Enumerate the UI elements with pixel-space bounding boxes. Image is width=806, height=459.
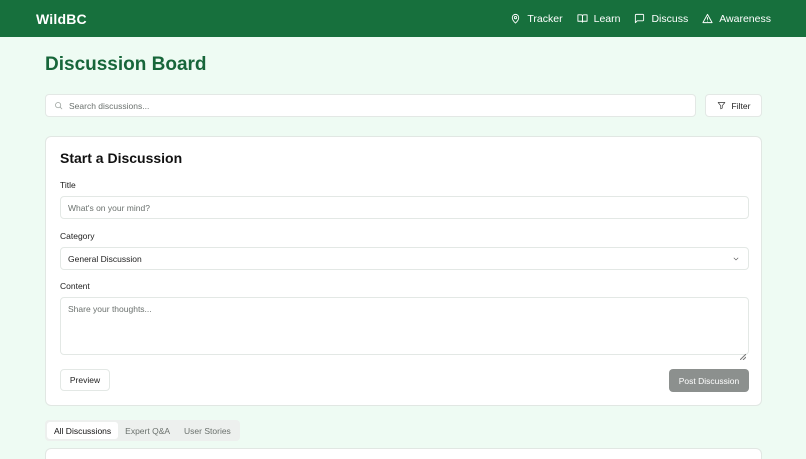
nav-awareness[interactable]: Awareness	[702, 13, 771, 25]
main-nav: Tracker Learn Discuss Awareness	[510, 13, 771, 25]
discussion-tabs: All Discussions Expert Q&A User Stories	[45, 420, 240, 441]
search-input[interactable]	[69, 100, 669, 111]
tab-all-discussions[interactable]: All Discussions	[47, 422, 119, 439]
message-square-icon	[635, 13, 645, 24]
start-discussion-card: Start a Discussion Title Category Genera…	[45, 136, 762, 406]
content-label: Content	[60, 281, 90, 291]
nav-tracker[interactable]: Tracker	[510, 12, 563, 25]
nav-tracker-label: Tracker	[527, 12, 563, 25]
nav-discuss[interactable]: Discuss	[634, 13, 688, 25]
category-value: General Discussion	[68, 253, 142, 264]
filter-label: Filter	[731, 100, 751, 111]
card-heading: Start a Discussion	[60, 150, 183, 166]
chevron-down-icon	[733, 257, 739, 260]
title-input[interactable]	[68, 202, 748, 213]
nav-learn[interactable]: Learn	[577, 12, 621, 25]
discussion-list-card	[45, 448, 762, 459]
page-title: Discussion Board	[45, 54, 207, 75]
title-field[interactable]	[60, 196, 749, 219]
alert-triangle-icon	[702, 13, 713, 24]
post-discussion-button[interactable]: Post Discussion	[669, 369, 749, 392]
nav-discuss-label: Discuss	[651, 12, 689, 25]
content-textarea[interactable]	[60, 297, 749, 355]
filter-icon	[717, 102, 725, 110]
tab-expert-qa[interactable]: Expert Q&A	[118, 422, 177, 439]
tab-user-stories[interactable]: User Stories	[177, 422, 238, 439]
brand-logo[interactable]: WildBC	[36, 11, 87, 27]
title-label: Title	[60, 180, 76, 190]
top-nav-bar: WildBC Tracker Learn Discuss Awareness	[0, 0, 806, 37]
category-label: Category	[60, 231, 95, 241]
resize-handle-icon[interactable]	[739, 347, 747, 361]
preview-button[interactable]: Preview	[60, 369, 110, 391]
filter-button[interactable]: Filter	[705, 94, 762, 117]
search-bar[interactable]	[45, 94, 696, 117]
nav-awareness-label: Awareness	[719, 12, 771, 25]
search-icon	[55, 102, 63, 110]
book-icon	[577, 14, 588, 23]
nav-learn-label: Learn	[593, 12, 621, 25]
map-pin-icon	[512, 13, 520, 24]
category-select[interactable]: General Discussion	[60, 247, 749, 270]
